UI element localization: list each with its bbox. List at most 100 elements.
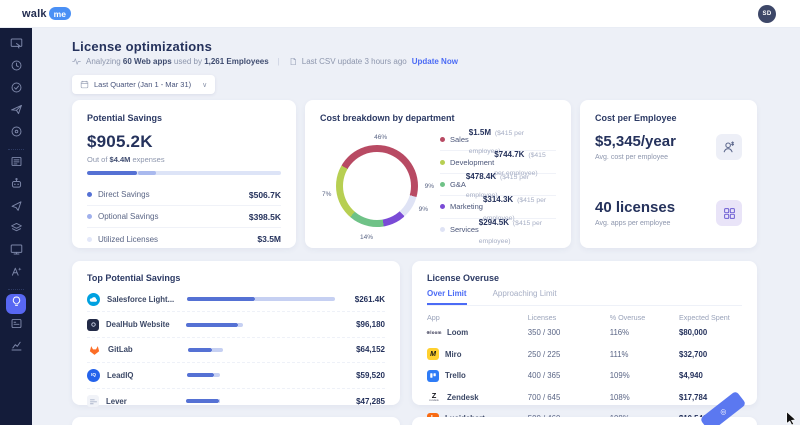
expected-spent-cell: $32,700 bbox=[679, 350, 742, 359]
topbar: walk me SD bbox=[0, 0, 800, 28]
zendesk-icon: Zzendesk bbox=[427, 390, 441, 404]
license-overuse-row[interactable]: Trello 400 / 365 109% $4,940 bbox=[427, 365, 742, 387]
sidebar-item-layers[interactable] bbox=[6, 220, 26, 240]
legend-dot bbox=[87, 214, 92, 219]
salesforce-icon bbox=[87, 293, 100, 306]
legend-dot bbox=[87, 192, 92, 197]
sidebar-item-check-circle[interactable] bbox=[6, 80, 26, 100]
pct-label-services: 9% bbox=[425, 183, 434, 190]
overuse-cell: 111% bbox=[610, 350, 679, 359]
shoutout-plane-icon bbox=[10, 199, 23, 217]
column-header: App bbox=[427, 313, 528, 322]
calendar-icon bbox=[80, 80, 89, 89]
legend-value: $506.7K bbox=[249, 190, 281, 200]
savings-value: $64,152 bbox=[345, 345, 385, 354]
sidebar-item-launcher-plane[interactable] bbox=[6, 102, 26, 122]
savings-legend-row: Utilized Licenses $3.5M bbox=[87, 228, 281, 250]
column-header: % Overuse bbox=[610, 313, 679, 322]
app-name: DealHub Website bbox=[106, 320, 184, 329]
licenses-cell: 700 / 645 bbox=[528, 393, 610, 402]
licenses-count-value: 40 licenses bbox=[595, 199, 675, 216]
license-overuse-row[interactable]: MMiro 250 / 225 111% $32,700 bbox=[427, 344, 742, 366]
screen-share-icon bbox=[10, 37, 23, 55]
license-overuse-row[interactable]: ZzendeskZendesk 700 / 645 108% $17,784 bbox=[427, 387, 742, 409]
savings-progress-bar bbox=[87, 171, 281, 175]
savings-value: $47,285 bbox=[345, 397, 385, 406]
license-overuse-row[interactable]: ⊛loomLoom 350 / 300 116% $80,000 bbox=[427, 322, 742, 344]
top-savings-row[interactable]: GitLab $64,152 bbox=[87, 338, 385, 363]
department-name: Development bbox=[450, 158, 494, 167]
sidebar-item-history-clock[interactable] bbox=[6, 58, 26, 78]
savings-bar bbox=[188, 348, 335, 352]
top-savings-row[interactable]: Salesforce Light... $261.4K bbox=[87, 287, 385, 312]
savings-legend: Direct Savings $506.7K Optional Savings … bbox=[87, 184, 281, 250]
clipped-card-left bbox=[72, 417, 400, 425]
license-overuse-tabs: Over Limit Approaching Limit bbox=[427, 289, 742, 306]
legend-label: Direct Savings bbox=[98, 190, 150, 199]
top-savings-list: Salesforce Light... $261.4K DealHub Webs… bbox=[87, 287, 385, 414]
app-name: Trello bbox=[445, 371, 466, 380]
balloon-icon: ◎ bbox=[718, 406, 728, 416]
savings-bar bbox=[186, 323, 335, 327]
legend-dot bbox=[87, 237, 92, 242]
update-now-link[interactable]: Update Now bbox=[412, 57, 458, 66]
sidebar-item-bot[interactable] bbox=[6, 176, 26, 196]
target-circle-icon bbox=[10, 125, 23, 143]
logo-text: walk bbox=[22, 8, 47, 20]
sidebar-item-insights-bulb[interactable] bbox=[6, 294, 26, 314]
sidebar-item-text-sparkle[interactable] bbox=[6, 264, 26, 284]
legend-value: $398.5K bbox=[249, 212, 281, 222]
sidebar-item-screen-share[interactable] bbox=[6, 36, 26, 56]
sidebar-item-surveys-screen[interactable] bbox=[6, 242, 26, 262]
top-savings-row[interactable]: IQ LeadIQ $59,520 bbox=[87, 363, 385, 388]
top-savings-row[interactable]: DealHub Website $96,180 bbox=[87, 312, 385, 337]
savings-bar-light bbox=[255, 297, 335, 301]
sidebar-item-target-circle[interactable] bbox=[6, 124, 26, 144]
legend-value: $3.5M bbox=[257, 234, 281, 244]
history-clock-icon bbox=[10, 59, 23, 77]
app-card-icon bbox=[10, 317, 23, 335]
tab-over-limit[interactable]: Over Limit bbox=[427, 289, 467, 305]
date-range-select[interactable]: Last Quarter (Jan 1 - Mar 31) ∨ bbox=[72, 75, 215, 94]
text-sparkle-icon bbox=[10, 265, 23, 283]
savings-bar-dark bbox=[186, 323, 238, 327]
app-name: Miro bbox=[445, 350, 461, 359]
app-name: Lever bbox=[106, 397, 184, 406]
sidebar-item-analytics-chart[interactable] bbox=[6, 338, 26, 358]
cost-per-year-value: $5,345/year bbox=[595, 133, 676, 150]
department-name: G&A bbox=[450, 180, 466, 189]
user-dollar-icon bbox=[716, 134, 742, 160]
cost-per-employee-card: Cost per Employee $5,345/year Avg. cost … bbox=[580, 100, 757, 248]
licenses-cell: 400 / 365 bbox=[528, 371, 610, 380]
savings-value: $59,520 bbox=[345, 371, 385, 380]
department-name: Marketing bbox=[450, 202, 483, 211]
savings-bar-dark bbox=[187, 373, 214, 377]
analyzing-text: Analyzing 60 Web apps used by 1,261 Empl… bbox=[86, 57, 269, 66]
overuse-cell: 108% bbox=[610, 393, 679, 402]
logo-badge: me bbox=[49, 7, 71, 20]
savings-bar-dark bbox=[186, 399, 219, 403]
sidebar-item-shoutout-plane[interactable] bbox=[6, 198, 26, 218]
department-legend: Sales $1.5M ($415 per employee) Developm… bbox=[440, 129, 556, 241]
department-name: Services bbox=[450, 225, 479, 234]
expected-spent-cell: $4,940 bbox=[679, 371, 742, 380]
savings-value: $96,180 bbox=[345, 320, 385, 329]
savings-bar-light bbox=[238, 323, 242, 327]
license-overuse-table: ⊛loomLoom 350 / 300 116% $80,000 MMiro 2… bbox=[427, 322, 742, 425]
top-savings-row[interactable]: Lever $47,285 bbox=[87, 389, 385, 414]
tab-approaching-limit[interactable]: Approaching Limit bbox=[493, 289, 557, 305]
sidebar-item-app-card[interactable] bbox=[6, 316, 26, 336]
potential-savings-amount: $905.2K bbox=[87, 132, 281, 152]
launcher-plane-icon bbox=[10, 103, 23, 121]
user-avatar[interactable]: SD bbox=[758, 5, 776, 23]
department-legend-row: Services $294.5K ($415 per employee) bbox=[440, 219, 556, 241]
savings-legend-row: Optional Savings $398.5K bbox=[87, 206, 281, 228]
main-content: License optimizations Analyzing 60 Web a… bbox=[32, 28, 800, 425]
savings-bar bbox=[186, 399, 335, 403]
expected-spent-cell: $80,000 bbox=[679, 328, 742, 337]
gitlab-icon bbox=[87, 343, 101, 357]
table-header: AppLicenses% OveruseExpected Spent bbox=[427, 313, 742, 322]
sidebar-item-newsfeed[interactable] bbox=[6, 154, 26, 174]
trello-icon bbox=[427, 370, 439, 382]
meta-divider: | bbox=[278, 57, 280, 66]
